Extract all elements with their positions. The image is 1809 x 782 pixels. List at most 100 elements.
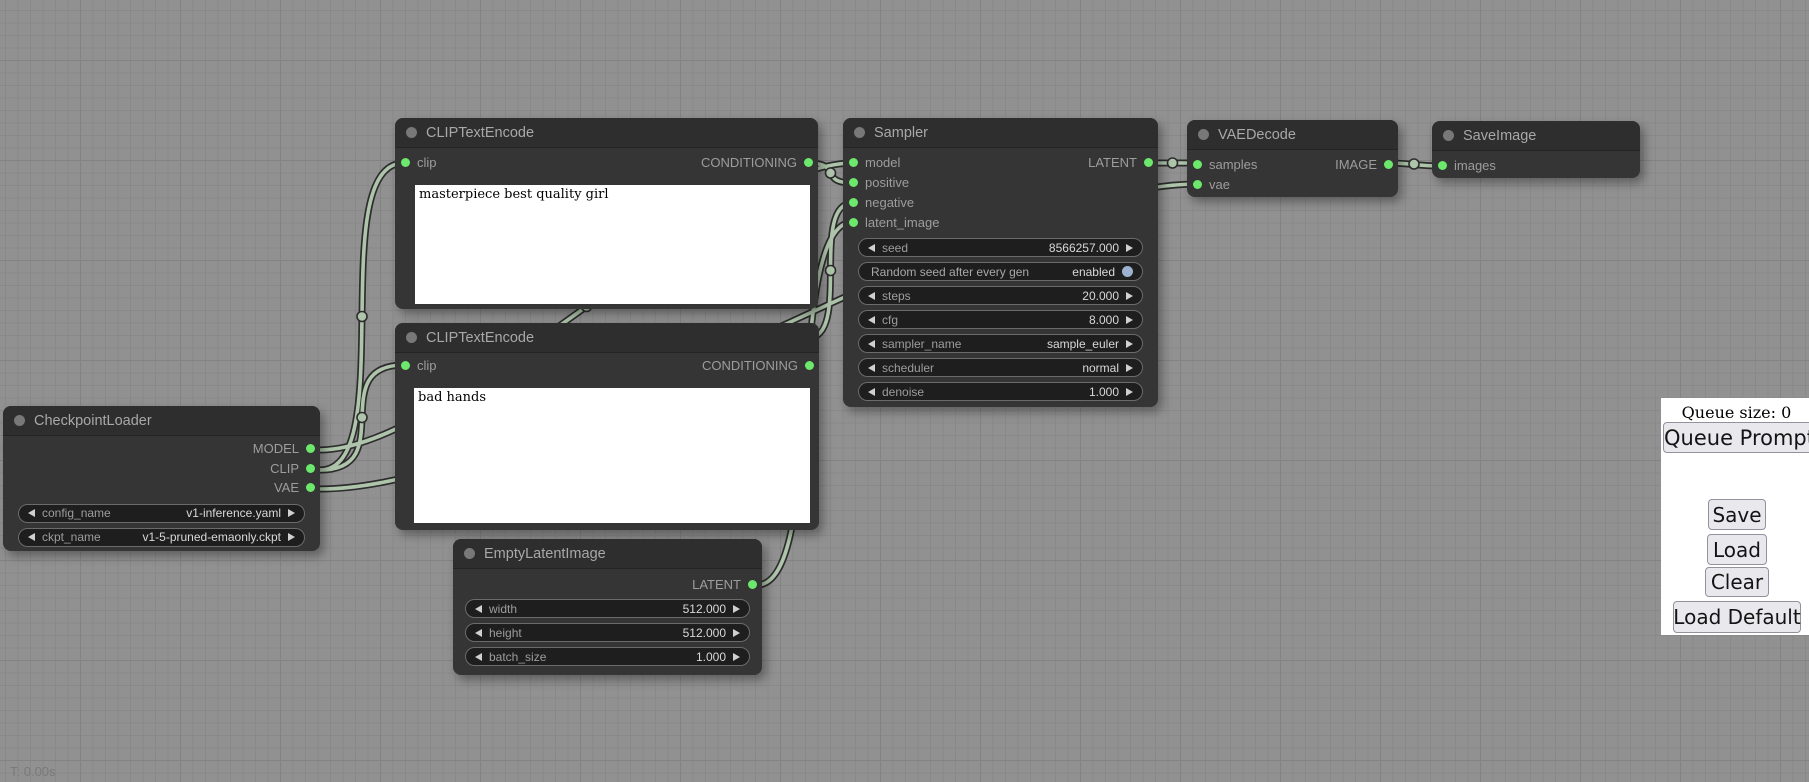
collapse-dot-icon[interactable] (854, 127, 865, 138)
config-name-widget[interactable]: config_name v1-inference.yaml (18, 504, 305, 523)
slot-label: images (1454, 158, 1496, 173)
node-clip-text-encode-positive[interactable]: CLIPTextEncode clip CONDITIONING masterp… (395, 118, 818, 309)
slot-dot-icon[interactable] (805, 361, 814, 370)
node-save-image[interactable]: SaveImage images (1432, 121, 1640, 178)
slot-dot-icon[interactable] (804, 158, 813, 167)
right-arrow-icon[interactable] (1126, 388, 1133, 396)
right-arrow-icon[interactable] (1126, 316, 1133, 324)
collapse-dot-icon[interactable] (14, 415, 25, 426)
sampler-name-widget[interactable]: sampler_name sample_euler (858, 334, 1143, 353)
slot-dot-icon[interactable] (1193, 160, 1202, 169)
left-arrow-icon[interactable] (868, 388, 875, 396)
collapse-dot-icon[interactable] (464, 548, 475, 559)
left-arrow-icon[interactable] (868, 316, 875, 324)
slot-dot-icon[interactable] (1384, 160, 1393, 169)
toggle-dot-icon[interactable] (1122, 266, 1133, 277)
collapse-dot-icon[interactable] (406, 332, 417, 343)
left-arrow-icon[interactable] (868, 340, 875, 348)
input-slot-clip[interactable]: clip (401, 358, 437, 373)
batch-size-widget[interactable]: batch_size 1.000 (465, 647, 750, 666)
output-slot-latent[interactable]: LATENT (453, 574, 762, 594)
output-slot-vae[interactable]: VAE (3, 478, 320, 498)
slot-dot-icon[interactable] (849, 158, 858, 167)
left-arrow-icon[interactable] (868, 244, 875, 252)
output-slot-conditioning[interactable]: CONDITIONING (702, 358, 814, 373)
slot-dot-icon[interactable] (849, 178, 858, 187)
steps-widget[interactable]: steps 20.000 (858, 286, 1143, 305)
scheduler-widget[interactable]: scheduler normal (858, 358, 1143, 377)
left-arrow-icon[interactable] (868, 292, 875, 300)
input-slot-samples[interactable]: samples (1193, 157, 1257, 172)
slot-dot-icon[interactable] (401, 361, 410, 370)
output-slot-clip[interactable]: CLIP (3, 459, 320, 479)
slot-dot-icon[interactable] (306, 444, 315, 453)
output-slot-model[interactable]: MODEL (3, 439, 320, 459)
right-arrow-icon[interactable] (1126, 364, 1133, 372)
slot-dot-icon[interactable] (401, 158, 410, 167)
clear-button[interactable]: Clear (1705, 567, 1769, 597)
collapse-dot-icon[interactable] (1198, 129, 1209, 140)
negative-prompt-textarea[interactable]: bad hands (414, 388, 810, 523)
left-arrow-icon[interactable] (28, 533, 35, 541)
cfg-widget[interactable]: cfg 8.000 (858, 310, 1143, 329)
widget-label: Random seed after every gen (871, 265, 1029, 279)
slot-dot-icon[interactable] (748, 580, 757, 589)
output-slot-image[interactable]: IMAGE (1335, 157, 1393, 172)
node-title-bar[interactable]: EmptyLatentImage (453, 539, 762, 569)
node-title-bar[interactable]: CLIPTextEncode (395, 118, 818, 148)
save-button[interactable]: Save (1708, 499, 1766, 530)
right-arrow-icon[interactable] (1126, 292, 1133, 300)
denoise-widget[interactable]: denoise 1.000 (858, 382, 1143, 401)
random-seed-toggle-widget[interactable]: Random seed after every gen enabled (858, 262, 1143, 281)
slot-dot-icon[interactable] (1144, 158, 1153, 167)
node-empty-latent-image[interactable]: EmptyLatentImage LATENT width 512.000 he… (453, 539, 762, 675)
node-clip-text-encode-negative[interactable]: CLIPTextEncode clip CONDITIONING bad han… (395, 323, 819, 530)
node-checkpoint-loader[interactable]: CheckpointLoader MODEL CLIP VAE config_n… (3, 406, 320, 551)
node-title-bar[interactable]: CheckpointLoader (3, 406, 320, 436)
queue-prompt-button[interactable]: Queue Prompt (1663, 422, 1809, 453)
slot-dot-icon[interactable] (1193, 180, 1202, 189)
output-slot-latent[interactable]: LATENT (1088, 155, 1153, 170)
left-arrow-icon[interactable] (475, 605, 482, 613)
node-title-bar[interactable]: CLIPTextEncode (395, 323, 819, 353)
node-title-bar[interactable]: VAEDecode (1187, 120, 1398, 150)
input-slot-latent-image[interactable]: latent_image (843, 212, 1158, 232)
node-title-bar[interactable]: Sampler (843, 118, 1158, 148)
width-widget[interactable]: width 512.000 (465, 599, 750, 618)
right-arrow-icon[interactable] (733, 605, 740, 613)
right-arrow-icon[interactable] (1126, 340, 1133, 348)
input-slot-negative[interactable]: negative (843, 192, 1158, 212)
left-arrow-icon[interactable] (28, 509, 35, 517)
right-arrow-icon[interactable] (733, 653, 740, 661)
input-slot-vae[interactable]: vae (1187, 174, 1398, 194)
output-slot-conditioning[interactable]: CONDITIONING (701, 155, 813, 170)
slot-dot-icon[interactable] (849, 218, 858, 227)
input-slot-model[interactable]: model (849, 155, 900, 170)
node-sampler[interactable]: Sampler model LATENT positive negative l… (843, 118, 1158, 407)
left-arrow-icon[interactable] (475, 653, 482, 661)
right-arrow-icon[interactable] (288, 509, 295, 517)
slot-dot-icon[interactable] (306, 483, 315, 492)
slot-dot-icon[interactable] (1438, 161, 1447, 170)
right-arrow-icon[interactable] (1126, 244, 1133, 252)
input-slot-clip[interactable]: clip (401, 155, 437, 170)
node-vae-decode[interactable]: VAEDecode samples IMAGE vae (1187, 120, 1398, 197)
input-slot-images[interactable]: images (1432, 155, 1640, 175)
ckpt-name-widget[interactable]: ckpt_name v1-5-pruned-emaonly.ckpt (18, 528, 305, 547)
node-title-bar[interactable]: SaveImage (1432, 121, 1640, 151)
left-arrow-icon[interactable] (475, 629, 482, 637)
load-button[interactable]: Load (1707, 534, 1767, 565)
slot-dot-icon[interactable] (306, 464, 315, 473)
collapse-dot-icon[interactable] (406, 127, 417, 138)
input-slot-positive[interactable]: positive (843, 172, 1158, 192)
collapse-dot-icon[interactable] (1443, 130, 1454, 141)
positive-prompt-textarea[interactable]: masterpiece best quality girl (415, 185, 810, 304)
graph-canvas[interactable]: CheckpointLoader MODEL CLIP VAE config_n… (0, 0, 1809, 782)
right-arrow-icon[interactable] (733, 629, 740, 637)
seed-widget[interactable]: seed 8566257.000 (858, 238, 1143, 257)
left-arrow-icon[interactable] (868, 364, 875, 372)
right-arrow-icon[interactable] (288, 533, 295, 541)
load-default-button[interactable]: Load Default (1673, 601, 1801, 633)
slot-dot-icon[interactable] (849, 198, 858, 207)
height-widget[interactable]: height 512.000 (465, 623, 750, 642)
